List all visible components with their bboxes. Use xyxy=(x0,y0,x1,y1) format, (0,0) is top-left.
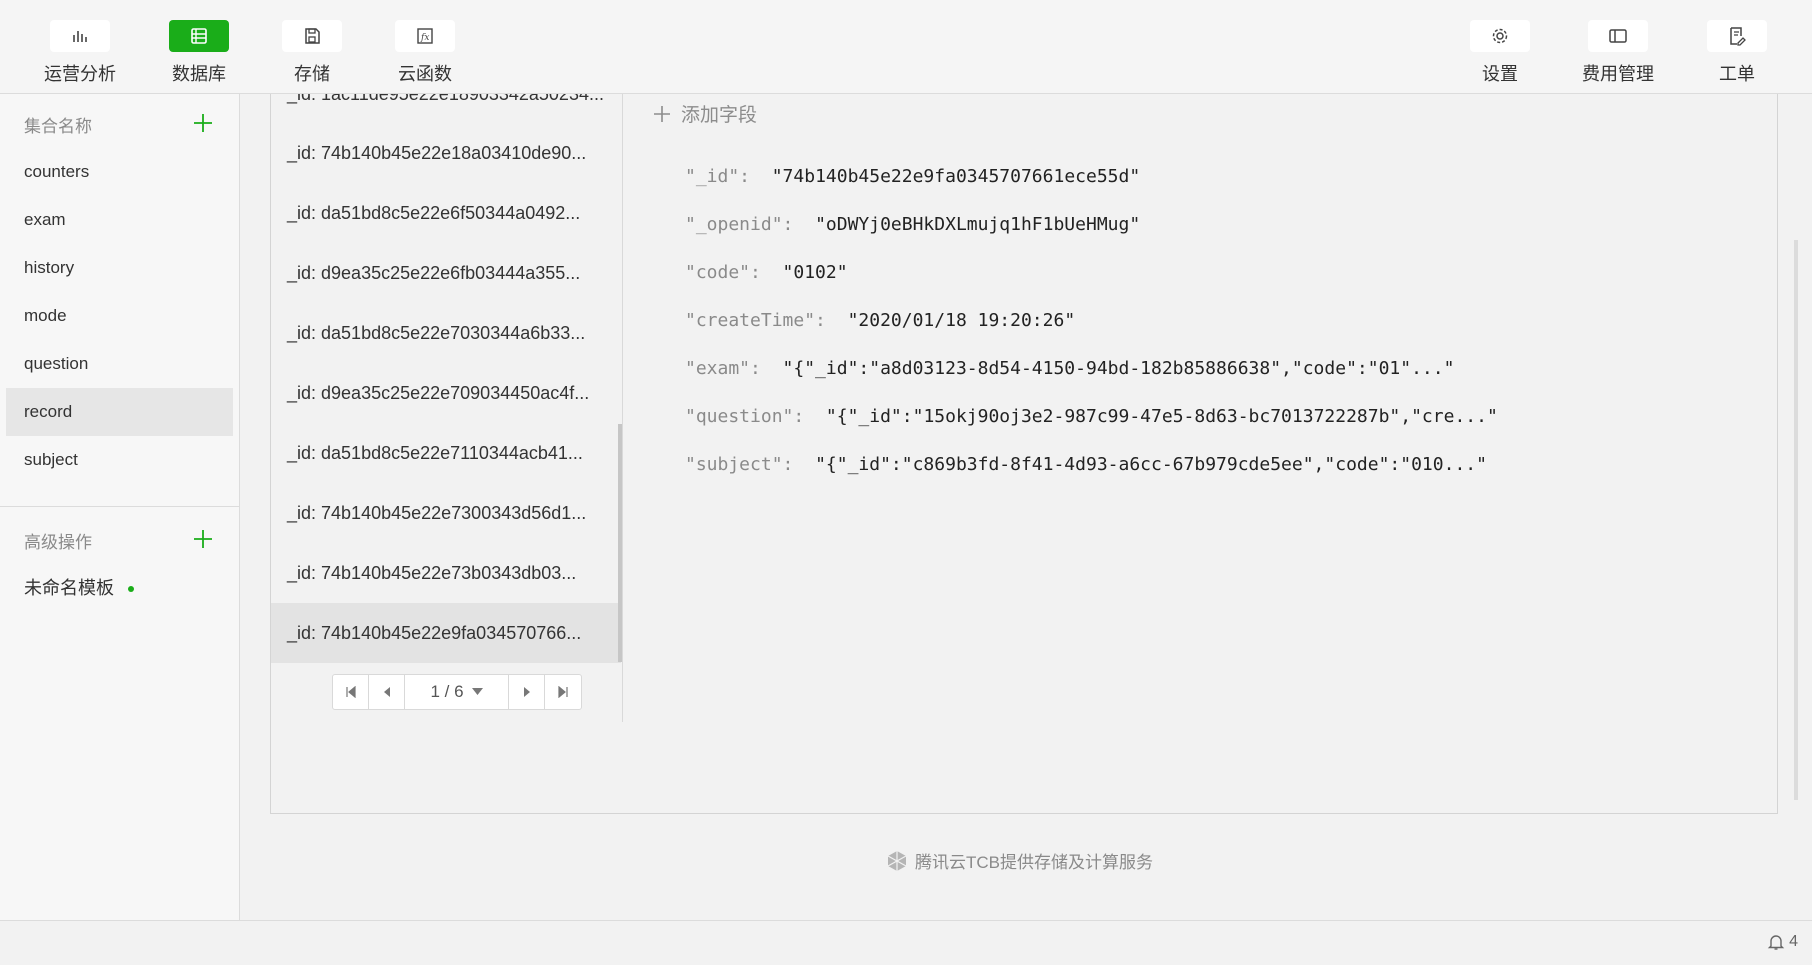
field-row[interactable]: "exam": "{"_id":"a8d03123-8d54-4150-94bd… xyxy=(685,358,1454,379)
next-page-button[interactable] xyxy=(509,675,545,709)
status-bar: 4 xyxy=(0,920,1812,965)
bell-icon xyxy=(1767,935,1785,950)
sidebar-item-counters[interactable]: counters xyxy=(6,148,233,196)
field-row[interactable]: "_id": "74b140b45e22e9fa0345707661ece55d… xyxy=(685,166,1140,187)
document-list-scrollbar[interactable] xyxy=(618,424,622,662)
toolbar-ticket-button[interactable]: 工单 xyxy=(1695,20,1779,90)
tencent-cloud-logo-icon xyxy=(887,850,907,871)
bar-chart-icon xyxy=(73,31,87,42)
document-item[interactable]: _id: d9ea35c25e22e6fb03444a355... xyxy=(271,243,621,303)
field-row[interactable]: "code": "0102" xyxy=(685,262,848,283)
document-item[interactable]: _id: 74b140b45e22e18a03410de90... xyxy=(271,123,621,183)
advanced-title: 高级操作 xyxy=(24,533,92,552)
field-value: "74b140b45e22e9fa0345707661ece55d" xyxy=(771,166,1141,187)
template-status-dot xyxy=(128,586,134,592)
toolbar-settings-button[interactable]: 设置 xyxy=(1458,20,1542,90)
document-item[interactable]: _id: 1ac11de95e22e18903342a50234... xyxy=(271,94,621,124)
field-value: "oDWYj0eBHkDXLmujq1hF1bUeHMug" xyxy=(815,214,1141,235)
document-item[interactable]: _id: da51bd8c5e22e7110344acb41... xyxy=(271,423,621,483)
document-item[interactable]: _id: 74b140b45e22e73b0343db03... xyxy=(271,543,621,603)
wallet-icon xyxy=(1609,29,1627,43)
database-icon xyxy=(191,28,207,44)
sidebar-item-history[interactable]: history xyxy=(6,244,233,292)
toolbar-ticket-label: 工单 xyxy=(1719,64,1755,84)
toolbar-settings-label: 设置 xyxy=(1482,64,1518,84)
first-page-icon xyxy=(345,686,356,698)
toolbar: 运营分析 数据库 存储 fx 云函数 设置 费用管理 工单 xyxy=(0,0,1812,94)
ticket-icon xyxy=(1730,27,1746,46)
toolbar-analytics-label: 运营分析 xyxy=(44,64,116,84)
sidebar-item-exam[interactable]: exam xyxy=(6,196,233,244)
pagination: 1 / 6 xyxy=(332,674,582,710)
field-key: "_openid": xyxy=(685,214,794,235)
footer-brand: 腾讯云TCB提供存储及计算服务 xyxy=(885,848,1153,873)
next-page-icon xyxy=(523,687,530,697)
field-row[interactable]: "_openid": "oDWYj0eBHkDXLmujq1hF1bUeHMug… xyxy=(685,214,1140,235)
notification-count: 4 xyxy=(1789,933,1798,950)
last-page-button[interactable] xyxy=(545,675,581,709)
last-page-icon xyxy=(558,686,568,698)
field-row[interactable]: "createTime": "2020/01/18 19:20:26" xyxy=(685,310,1075,331)
plus-icon xyxy=(654,105,670,122)
field-key: "question": xyxy=(685,406,805,427)
document-item[interactable]: _id: da51bd8c5e22e7030344a6b33... xyxy=(271,303,621,363)
document-item[interactable]: _id: 74b140b45e22e7300343d56d1... xyxy=(271,483,621,543)
sidebar-item-record[interactable]: record xyxy=(6,388,233,436)
prev-page-button[interactable] xyxy=(369,675,405,709)
save-icon xyxy=(305,28,320,44)
sidebar-item-mode[interactable]: mode xyxy=(6,292,233,340)
field-key: "_id": xyxy=(685,166,751,187)
toolbar-functions-label: 云函数 xyxy=(398,64,452,84)
page-select[interactable]: 1 / 6 xyxy=(405,675,509,709)
field-value: "2020/01/18 19:20:26" xyxy=(847,310,1076,331)
prev-page-icon xyxy=(383,687,390,697)
add-field-label: 添加字段 xyxy=(681,105,758,126)
page-indicator: 1 / 6 xyxy=(430,682,464,701)
toolbar-analytics-button[interactable]: 运营分析 xyxy=(38,20,122,90)
toolbar-storage-label: 存储 xyxy=(294,64,330,84)
field-row[interactable]: "question": "{"_id":"15okj90oj3e2-987c99… xyxy=(685,406,1498,427)
toolbar-billing-button[interactable]: 费用管理 xyxy=(1576,20,1660,90)
field-value: "{"_id":"15okj90oj3e2-987c99-47e5-8d63-b… xyxy=(825,406,1498,427)
sidebar: 集合名称 counters exam history mode question… xyxy=(0,94,240,920)
first-page-button[interactable] xyxy=(333,675,369,709)
document-detail: 添加字段 "_id": "74b140b45e22e9fa0345707661e… xyxy=(623,94,1777,813)
toolbar-billing-label: 费用管理 xyxy=(1582,64,1654,84)
field-row[interactable]: "subject": "{"_id":"c869b3fd-8f41-4d93-a… xyxy=(685,454,1487,475)
field-key: "exam": xyxy=(685,358,761,379)
template-item[interactable]: 未命名模板 xyxy=(24,574,114,600)
toolbar-database-button[interactable]: 数据库 xyxy=(157,20,241,90)
collections-title: 集合名称 xyxy=(24,117,92,136)
function-icon: fx xyxy=(417,28,433,44)
sidebar-item-subject[interactable]: subject xyxy=(6,436,233,484)
toolbar-database-label: 数据库 xyxy=(172,64,226,84)
field-value: "{"_id":"a8d03123-8d54-4150-94bd-182b858… xyxy=(782,358,1455,379)
sidebar-divider xyxy=(0,506,239,507)
field-key: "subject": xyxy=(685,454,794,475)
toolbar-functions-button[interactable]: fx 云函数 xyxy=(383,20,467,90)
gear-icon xyxy=(1492,28,1508,44)
window-scrollbar[interactable] xyxy=(1794,240,1798,800)
toolbar-storage-button[interactable]: 存储 xyxy=(270,20,354,90)
document-item[interactable]: _id: d9ea35c25e22e709034450ac4f... xyxy=(271,363,621,423)
notification-button[interactable]: 4 xyxy=(1767,933,1798,951)
footer-brand-text: 腾讯云TCB提供存储及计算服务 xyxy=(915,853,1153,872)
sidebar-item-question[interactable]: question xyxy=(6,340,233,388)
add-collection-icon[interactable] xyxy=(192,112,214,134)
add-field-button[interactable]: 添加字段 xyxy=(653,100,757,127)
field-key: "createTime": xyxy=(685,310,826,331)
svg-text:fx: fx xyxy=(420,33,429,43)
document-list: _id: 1ac11de95e22e18903342a50234... _id:… xyxy=(271,94,623,722)
document-item-selected[interactable]: _id: 74b140b45e22e9fa034570766... xyxy=(271,603,621,663)
document-item[interactable]: _id: da51bd8c5e22e6f50344a0492... xyxy=(271,183,621,243)
field-key: "code": xyxy=(685,262,761,283)
field-value: "0102" xyxy=(782,262,848,283)
add-template-icon[interactable] xyxy=(192,528,214,550)
chevron-down-icon xyxy=(471,688,483,695)
field-value: "{"_id":"c869b3fd-8f41-4d93-a6cc-67b979c… xyxy=(815,454,1487,475)
main-panel: _id: 1ac11de95e22e18903342a50234... _id:… xyxy=(270,94,1778,814)
